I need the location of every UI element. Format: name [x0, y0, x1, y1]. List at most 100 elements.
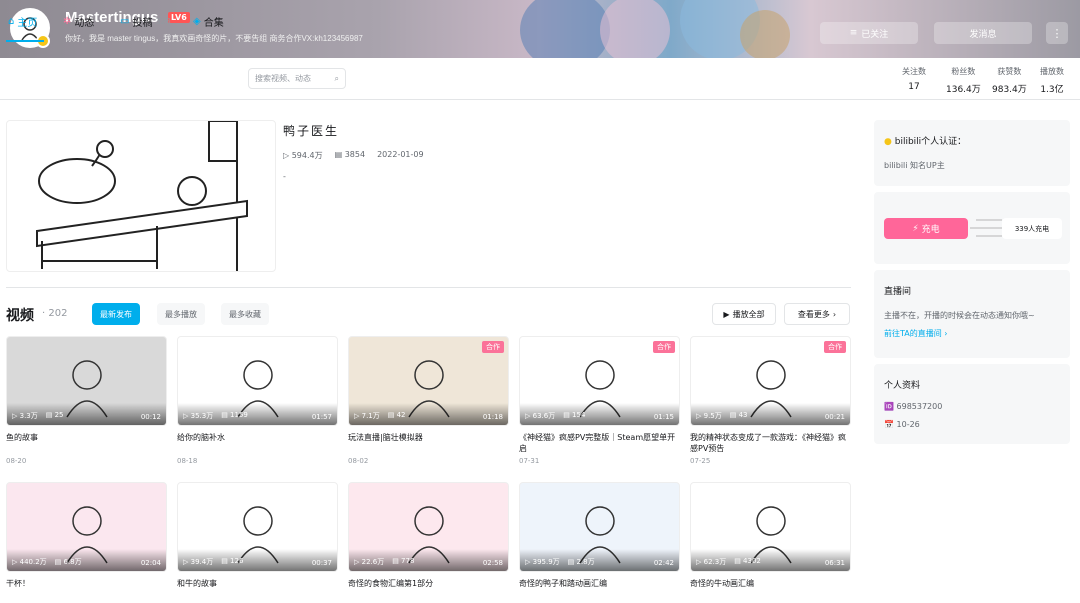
video-title[interactable]: 我的精神状态变成了一款游戏：《神经猫》疯感PV预告 — [690, 432, 851, 454]
stat-following[interactable]: 关注数 17 — [902, 66, 926, 92]
tab-collections[interactable]: ◈ 合集 — [193, 14, 224, 29]
sort-most-played[interactable]: 最多播放 — [157, 303, 205, 325]
sort-most-favorited[interactable]: 最多收藏 — [221, 303, 269, 325]
section-divider — [6, 287, 851, 288]
danmaku-value: 154 — [572, 411, 586, 419]
video-card[interactable]: 合作 ▷ 7.1万 ▤ 42 01:18 玩法直播|脑壮模拟器 08-02 — [348, 336, 509, 465]
video-card[interactable]: ▷ 3.3万 ▤ 25 00:12 鱼的故事 08-20 — [6, 336, 167, 465]
video-card[interactable]: ▷ 440.2万 ▤ 6.8万 02:04 干杯！ — [6, 482, 167, 603]
video-thumbnail[interactable]: 合作 ▷ 7.1万 ▤ 42 01:18 — [348, 336, 509, 426]
play-count-value: 594.4万 — [291, 151, 323, 160]
video-thumbnail[interactable]: ▷ 35.3万 ▤ 1159 01:57 — [177, 336, 338, 426]
stat-label: 粉丝数 — [951, 67, 976, 76]
video-thumbnail[interactable]: ▷ 62.3万 ▤ 4302 06:31 — [690, 482, 851, 572]
play-count-value: 39.4万 — [190, 558, 214, 566]
video-duration: 02:58 — [482, 559, 503, 567]
video-card[interactable]: ▷ 62.3万 ▤ 4302 06:31 奇怪的牛动画汇编 — [690, 482, 851, 603]
video-duration: 01:15 — [653, 413, 674, 421]
video-title[interactable]: 《神经猫》疯感PV完整版｜Steam愿望单开启 — [519, 432, 680, 454]
video-stats: ▷ 395.9万 ▤ 2.8万 — [525, 557, 595, 567]
play-all-button[interactable]: ▶ 播放全部 — [712, 303, 776, 325]
calendar-icon: 📅 — [884, 420, 894, 429]
search-placeholder: 搜索视频、动态 — [255, 74, 311, 83]
play-count-value: 395.9万 — [532, 558, 560, 566]
menu-icon: ≡ — [849, 28, 858, 38]
tab-label: 合集 — [203, 18, 224, 29]
video-card[interactable]: 合作 ▷ 9.5万 ▤ 43 00:21 我的精神状态变成了一款游戏：《神经猫》疯感PV… — [690, 336, 851, 465]
tab-uploads[interactable]: ▭ 投稿 328 — [120, 14, 171, 29]
video-card[interactable]: ▷ 39.4万 ▤ 126 00:37 和牛的故事 — [177, 482, 338, 603]
tab-dynamic[interactable]: ✲ 动态 — [63, 14, 94, 29]
play-count-value: 9.5万 — [703, 412, 722, 420]
video-thumbnail[interactable]: ▷ 39.4万 ▤ 126 00:37 — [177, 482, 338, 572]
play-count-value: 7.1万 — [361, 412, 380, 420]
birthday-row: 📅 10-26 — [884, 420, 920, 429]
follow-button-label: 已关注 — [861, 29, 889, 40]
danmaku-count: ▤ 778 — [392, 557, 415, 565]
active-tab-indicator — [6, 40, 44, 42]
video-card[interactable]: ▷ 22.6万 ▤ 778 02:58 奇怪的食物汇编第1部分 — [348, 482, 509, 603]
video-date: 08-20 — [6, 457, 27, 465]
video-thumbnail[interactable]: ▷ 22.6万 ▤ 778 02:58 — [348, 482, 509, 572]
video-thumbnail[interactable]: ▷ 395.9万 ▤ 2.8万 02:42 — [519, 482, 680, 572]
certification-panel: ● bilibili个人认证： bilibili 知名UP主 — [874, 120, 1070, 186]
danmaku-count: ▤ 43 — [729, 411, 748, 419]
video-title[interactable]: 干杯！ — [6, 578, 167, 600]
stat-followers[interactable]: 粉丝数 136.4万 — [946, 66, 981, 95]
tab-home[interactable]: ⌂ 主页 — [8, 14, 37, 29]
video-stats: ▷ 39.4万 ▤ 126 — [183, 557, 243, 567]
tab-label: 投稿 — [132, 18, 153, 29]
charge-lines-icon — [970, 219, 1002, 237]
message-button[interactable]: 发消息 — [934, 22, 1032, 44]
danmaku-value: 6.8万 — [63, 558, 82, 566]
banner-decoration — [740, 10, 790, 58]
stat-label: 关注数 — [902, 67, 926, 76]
charge-count[interactable]: 339人充电 — [1002, 218, 1062, 239]
more-options-button[interactable]: ⋮ — [1046, 22, 1068, 44]
video-title[interactable]: 奇怪的鸭子和踏动画汇编 — [519, 578, 680, 600]
video-title[interactable]: 和牛的故事 — [177, 578, 338, 600]
video-title[interactable]: 奇怪的食物汇编第1部分 — [348, 578, 509, 600]
video-card[interactable]: ▷ 395.9万 ▤ 2.8万 02:42 奇怪的鸭子和踏动画汇编 — [519, 482, 680, 603]
search-icon[interactable]: ⌕ — [335, 74, 339, 84]
sort-latest[interactable]: 最新发布 — [92, 303, 140, 325]
video-date: 07-25 — [690, 457, 711, 465]
featured-video-thumbnail[interactable]: 01:11 — [6, 120, 276, 272]
charge-label: 充电 — [921, 225, 940, 235]
level-badge: LV6 — [168, 12, 190, 23]
stat-value: 983.4万 — [992, 85, 1027, 95]
danmaku-value: 43 — [738, 411, 748, 419]
danmaku-count: ▤ 25 — [45, 411, 64, 419]
live-title: 直播间 — [884, 287, 912, 297]
video-thumbnail[interactable]: 合作 ▷ 9.5万 ▤ 43 00:21 — [690, 336, 851, 426]
danmaku-value: 2.8万 — [576, 558, 595, 566]
verified-icon: ● — [884, 137, 892, 147]
video-thumbnail[interactable]: ▷ 440.2万 ▤ 6.8万 02:04 — [6, 482, 167, 572]
danmaku-value: 4302 — [743, 557, 761, 565]
play-count: ▷ 62.3万 — [696, 558, 727, 566]
featured-title[interactable]: 鸭子医生 — [283, 122, 339, 139]
follow-button[interactable]: ≡ 已关注 — [820, 22, 918, 44]
live-room-link[interactable]: 前往TA的直播间 › — [884, 328, 948, 339]
stat-likes: 获赞数 983.4万 — [992, 66, 1027, 95]
video-title[interactable]: 玩法直播|脑壮模拟器 — [348, 432, 509, 454]
video-card[interactable]: ▷ 35.3万 ▤ 1159 01:57 给你的脑补水 08-18 — [177, 336, 338, 465]
video-title[interactable]: 鱼的故事 — [6, 432, 167, 454]
video-duration: 02:04 — [140, 559, 161, 567]
video-title[interactable]: 奇怪的牛动画汇编 — [690, 578, 851, 600]
danmaku-value: 3854 — [344, 150, 366, 159]
charge-button[interactable]: ⚡ 充电 — [884, 218, 968, 239]
uid-row: 🆔 698537200 — [884, 402, 942, 411]
tab-label: 主页 — [17, 18, 38, 29]
video-card[interactable]: 合作 ▷ 63.6万 ▤ 154 01:15 《神经猫》疯感PV完整版｜Steam愿望单… — [519, 336, 680, 465]
video-thumbnail[interactable]: 合作 ▷ 63.6万 ▤ 154 01:15 — [519, 336, 680, 426]
see-more-button[interactable]: 查看更多 › — [784, 303, 850, 325]
play-all-label: 播放全部 — [732, 309, 765, 319]
search-input[interactable]: 搜索视频、动态 ⌕ — [248, 68, 346, 89]
stat-value: 1.3亿 — [1040, 85, 1064, 95]
chevron-right-icon: › — [832, 309, 837, 319]
video-duration: 01:18 — [482, 413, 503, 421]
video-thumbnail[interactable]: ▷ 3.3万 ▤ 25 00:12 — [6, 336, 167, 426]
video-title[interactable]: 给你的脑补水 — [177, 432, 338, 454]
danmaku-count: ▤ 2.8万 — [567, 558, 595, 566]
